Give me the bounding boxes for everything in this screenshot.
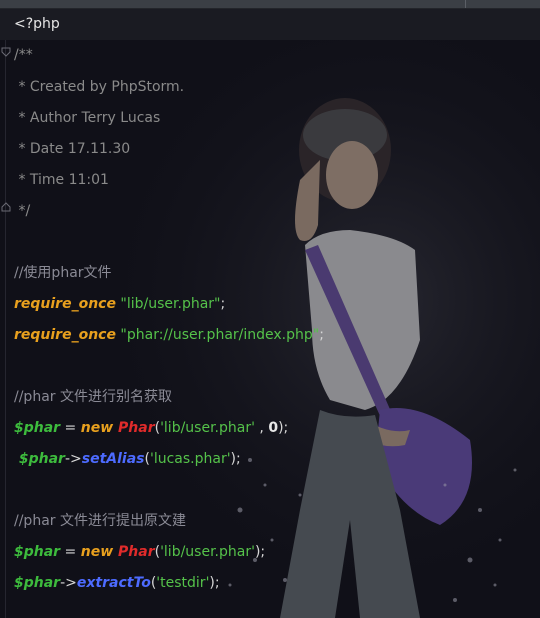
fold-close-icon[interactable] [1,202,11,212]
keyword-new: new [80,544,114,560]
variable: $phar [14,420,61,436]
variable: $phar [14,575,61,591]
comma: , [254,420,269,436]
gutter-divider [5,40,6,618]
doc-comment-line: /** [14,47,33,63]
string-literal: 'lib/user.phar' [160,544,255,560]
keyword-new: new [80,420,114,436]
keyword-require-once: require_once [14,327,116,343]
semicolon: ; [220,296,226,312]
paren-close: ); [254,544,266,560]
doc-comment-line: * Time 11:01 [14,172,109,188]
code-comment: //使用phar文件 [14,265,112,281]
arrow-operator: -> [64,451,82,467]
paren-close: ); [278,420,289,436]
code-line-new-phar-1: $phar = new Phar('lib/user.phar' , 0); [14,418,288,438]
doc-comment-line: * Date 17.11.30 [14,141,131,157]
variable: $phar [14,544,61,560]
tab-edge-divider [465,0,466,8]
php-open-tag-line: <?php [0,9,540,40]
paren-close: ); [230,451,241,467]
operator: = [60,420,81,436]
string-literal: 'lucas.phar' [149,451,231,467]
method-name: extractTo [76,575,151,591]
class-name: Phar [113,420,155,436]
paren-close: ); [209,575,220,591]
string-literal: "phar://user.phar/index.php" [115,327,320,343]
string-literal: 'lib/user.phar' [160,420,255,436]
code-line-extract-to: $phar->extractTo('testdir'); [14,573,220,593]
semicolon: ; [319,327,324,343]
fold-open-icon[interactable] [1,47,11,57]
php-open-tag: <?php [14,16,60,32]
string-literal: 'testdir' [156,575,210,591]
string-literal: "lib/user.phar" [115,296,221,312]
operator: = [60,544,81,560]
code-editor[interactable]: /** * Created by PhpStorm. * Author Terr… [0,40,540,618]
number-literal: 0 [268,420,279,436]
class-name: Phar [113,544,155,560]
code-line-new-phar-2: $phar = new Phar('lib/user.phar'); [14,542,265,562]
code-line-require-1: require_once "lib/user.phar"; [14,294,225,314]
doc-comment-line: * Author Terry Lucas [14,110,161,126]
editor-tab-bar [0,0,540,9]
code-comment: //phar 文件进行提出原文建 [14,513,186,529]
doc-comment-line: */ [14,203,31,219]
code-line-require-2: require_once "phar://user.phar/index.php… [14,325,324,345]
code-comment: //phar 文件进行别名获取 [14,389,172,405]
code-line-set-alias: $phar->setAlias('lucas.phar'); [14,449,241,469]
variable: $phar [14,451,65,467]
keyword-require-once: require_once [14,296,116,312]
doc-comment-line: * Created by PhpStorm. [14,79,185,95]
arrow-operator: -> [60,575,77,591]
method-name: setAlias [81,451,145,467]
